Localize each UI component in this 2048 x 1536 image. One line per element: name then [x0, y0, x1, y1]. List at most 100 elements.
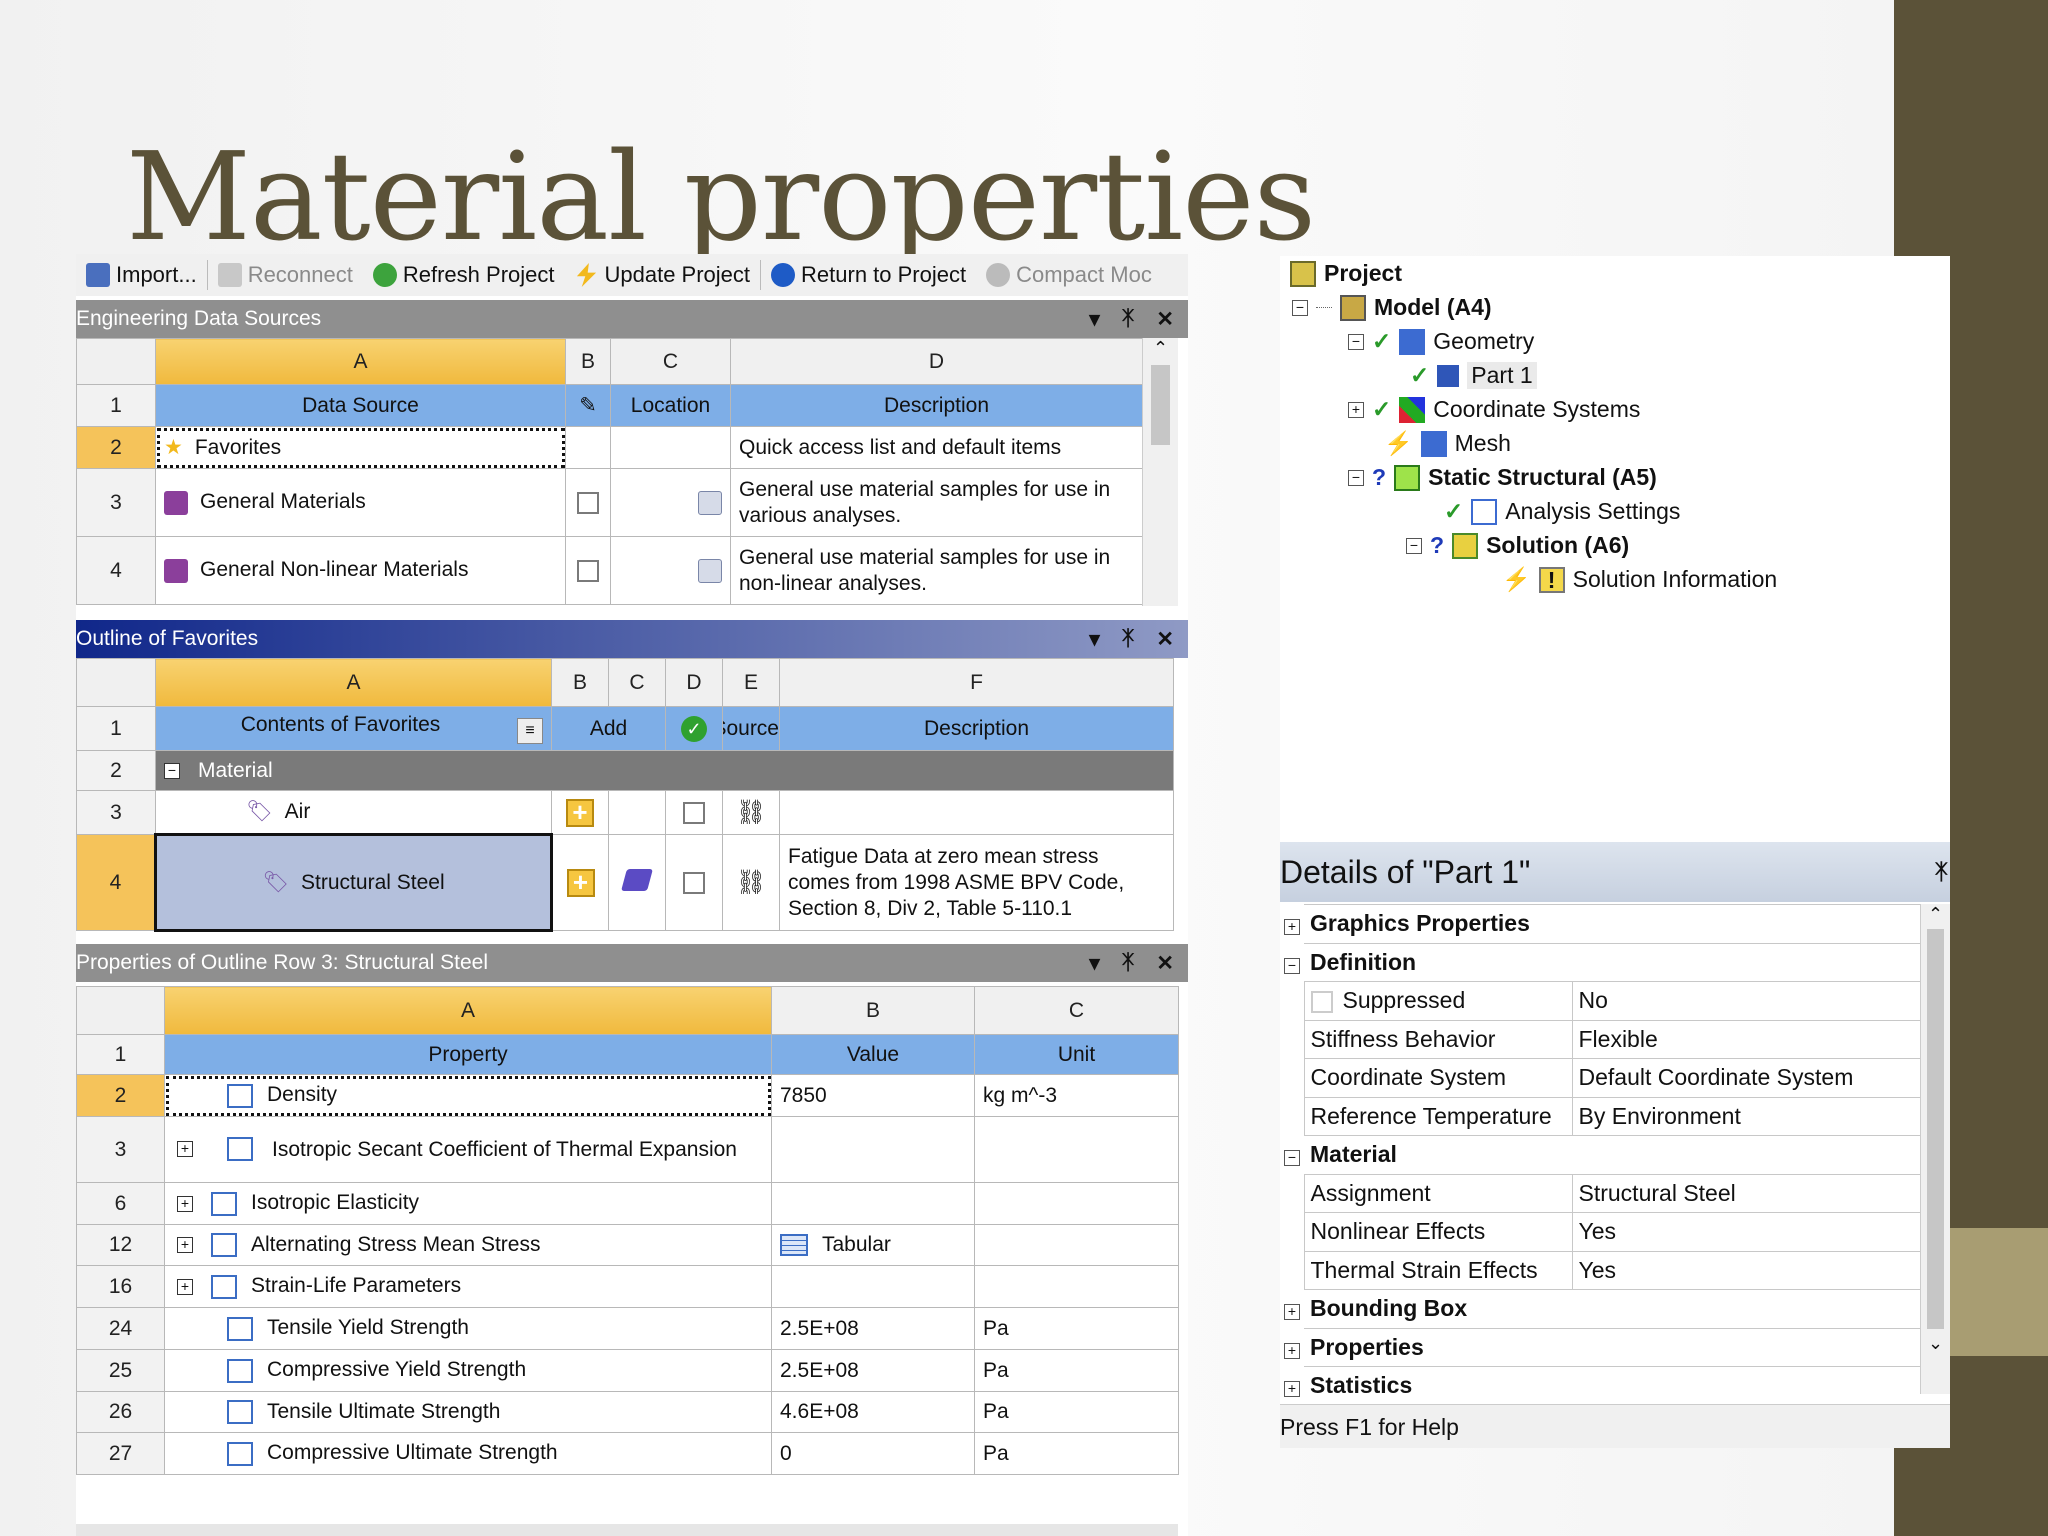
- checkbox[interactable]: [683, 801, 705, 824]
- value-cell[interactable]: 2.5E+08: [771, 1307, 975, 1350]
- details-value[interactable]: No: [1571, 981, 1921, 1021]
- property-name-cell[interactable]: Compressive Ultimate Strength: [164, 1432, 772, 1475]
- details-scrollbar[interactable]: ⌃ ⌄: [1920, 904, 1950, 1394]
- tree-node-analysis-settings[interactable]: ✓ Analysis Settings: [1444, 498, 1680, 525]
- unit-cell[interactable]: [974, 1224, 1179, 1266]
- data-source-cell[interactable]: General Materials: [155, 468, 566, 537]
- unit-cell[interactable]: Pa: [974, 1307, 1179, 1350]
- details-group-row[interactable]: + Graphics Properties: [1280, 904, 1921, 944]
- expand-icon[interactable]: +: [177, 1141, 193, 1157]
- value-cell[interactable]: [771, 1116, 975, 1183]
- compact-mode-button[interactable]: Compact Moc: [976, 262, 1162, 288]
- checkbox-cell[interactable]: [665, 834, 723, 931]
- table-row[interactable]: 3 General Materials General use material…: [76, 468, 1143, 537]
- details-row[interactable]: Assignment Structural Steel: [1280, 1173, 1921, 1213]
- edit-pencil-icon[interactable]: ✎: [565, 384, 611, 427]
- column-header[interactable]: D: [730, 338, 1143, 385]
- return-to-project-button[interactable]: Return to Project: [761, 262, 976, 288]
- expand-icon[interactable]: +: [177, 1237, 193, 1254]
- expand-icon[interactable]: +: [177, 1195, 193, 1212]
- table-row[interactable]: 27 Compressive Ultimate Strength 0 Pa: [76, 1432, 1179, 1475]
- close-icon[interactable]: ✕: [1156, 627, 1174, 652]
- property-name-cell[interactable]: Tensile Yield Strength: [164, 1307, 772, 1350]
- pin-icon[interactable]: ᛡ: [1122, 307, 1135, 332]
- column-header[interactable]: B: [771, 986, 975, 1035]
- reconnect-button[interactable]: Reconnect: [208, 262, 363, 288]
- table-row[interactable]: 4 🏷 Structural Steel + ⛓ Fatigue Data at …: [76, 833, 1174, 932]
- details-row[interactable]: Coordinate System Default Coordinate Syst…: [1280, 1058, 1921, 1098]
- details-row[interactable]: Suppressed No: [1280, 981, 1921, 1021]
- value-cell[interactable]: 0: [771, 1432, 975, 1475]
- eds-scrollbar[interactable]: ⌃: [1142, 338, 1178, 606]
- property-name-cell[interactable]: Compressive Yield Strength: [164, 1349, 772, 1392]
- tree-node-project[interactable]: Project: [1290, 260, 1402, 287]
- details-value[interactable]: Default Coordinate System: [1571, 1058, 1921, 1098]
- expand-icon[interactable]: +: [1280, 1328, 1304, 1367]
- property-name-cell[interactable]: + Strain-Life Parameters: [164, 1265, 772, 1308]
- close-icon[interactable]: ✕: [1156, 951, 1174, 976]
- pin-icon[interactable]: ᛡ: [1122, 627, 1135, 652]
- property-name-cell[interactable]: Tensile Ultimate Strength: [164, 1391, 772, 1433]
- pin-icon[interactable]: ᛡ: [1122, 951, 1135, 976]
- add-cell[interactable]: +: [551, 790, 609, 835]
- data-source-cell[interactable]: ★ Favorites: [155, 426, 566, 469]
- unit-cell[interactable]: [974, 1116, 1179, 1183]
- refresh-project-button[interactable]: Refresh Project: [363, 262, 565, 288]
- tree-node-solution-information[interactable]: ⚡! Solution Information: [1502, 566, 1777, 593]
- table-row[interactable]: 2 − Material: [76, 750, 1174, 791]
- pin-icon[interactable]: ᛡ: [1935, 842, 1948, 902]
- table-row[interactable]: 26 Tensile Ultimate Strength 4.6E+08 Pa: [76, 1391, 1179, 1433]
- scroll-up-icon[interactable]: ⌃: [1921, 904, 1950, 925]
- details-value[interactable]: By Environment: [1571, 1096, 1921, 1136]
- table-row[interactable]: 3 + Isotropic Secant Coefficient of Therm…: [76, 1116, 1179, 1183]
- unit-cell[interactable]: Pa: [974, 1349, 1179, 1392]
- column-header[interactable]: B: [551, 658, 609, 707]
- dropdown-icon[interactable]: ▾: [1089, 307, 1100, 332]
- tree-node-model[interactable]: − Model (A4): [1292, 294, 1492, 321]
- tree-node-part[interactable]: ✓ Part 1: [1410, 362, 1537, 389]
- details-group-row[interactable]: + Bounding Box: [1280, 1289, 1921, 1329]
- table-row[interactable]: 12 + Alternating Stress Mean Stress Tabul…: [76, 1224, 1179, 1266]
- details-value[interactable]: Flexible: [1571, 1019, 1921, 1059]
- expand-icon[interactable]: +: [177, 1278, 193, 1295]
- material-name-cell[interactable]: 🏷 Structural Steel: [154, 833, 553, 932]
- column-header[interactable]: D: [665, 658, 723, 707]
- column-header[interactable]: C: [608, 658, 666, 707]
- browse-icon[interactable]: [698, 558, 722, 583]
- add-cell[interactable]: +: [551, 834, 609, 931]
- property-name-cell[interactable]: + Isotropic Elasticity: [164, 1182, 772, 1225]
- details-value[interactable]: Yes: [1571, 1250, 1921, 1290]
- location-cell[interactable]: [610, 468, 731, 537]
- column-header[interactable]: A: [164, 986, 772, 1035]
- collapse-icon[interactable]: −: [1348, 333, 1364, 350]
- column-header[interactable]: C: [610, 338, 731, 385]
- column-header[interactable]: B: [565, 338, 611, 385]
- expand-icon[interactable]: +: [1348, 401, 1364, 418]
- unit-cell[interactable]: kg m^-3: [974, 1074, 1179, 1117]
- dropdown-icon[interactable]: ▾: [1089, 951, 1100, 976]
- column-header[interactable]: E: [722, 658, 780, 707]
- column-header[interactable]: A: [155, 658, 552, 707]
- details-row[interactable]: Nonlinear Effects Yes: [1280, 1212, 1921, 1252]
- table-row[interactable]: 16 + Strain-Life Parameters: [76, 1265, 1179, 1308]
- checkbox[interactable]: [1310, 991, 1333, 1014]
- unit-cell[interactable]: Pa: [974, 1432, 1179, 1475]
- details-group-row[interactable]: + Statistics: [1280, 1366, 1921, 1406]
- collapse-icon[interactable]: −: [1292, 299, 1308, 316]
- value-cell[interactable]: Tabular: [771, 1224, 975, 1266]
- edit-checkbox-cell[interactable]: [565, 536, 611, 605]
- tree-node-solution[interactable]: −? Solution (A6): [1406, 532, 1629, 559]
- details-row[interactable]: Thermal Strain Effects Yes: [1280, 1250, 1921, 1290]
- checkbox-cell[interactable]: [665, 790, 723, 835]
- collapse-icon[interactable]: −: [1280, 943, 1304, 982]
- tree-node-mesh[interactable]: ⚡ Mesh: [1384, 430, 1511, 457]
- collapse-icon[interactable]: −: [1280, 1136, 1304, 1175]
- details-value[interactable]: Yes: [1571, 1212, 1921, 1252]
- sort-icon[interactable]: ≡: [517, 718, 543, 744]
- dropdown-icon[interactable]: ▾: [1089, 627, 1100, 652]
- column-header[interactable]: C: [974, 986, 1179, 1035]
- location-cell[interactable]: [610, 536, 731, 605]
- checkbox[interactable]: [577, 491, 599, 514]
- close-icon[interactable]: ✕: [1156, 307, 1174, 332]
- horizontal-scrollbar[interactable]: [76, 1524, 1178, 1536]
